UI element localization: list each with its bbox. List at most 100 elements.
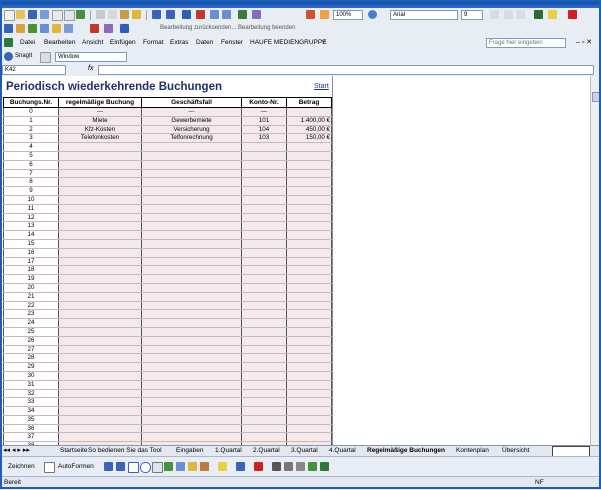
cell-betrag[interactable] [286,221,332,232]
diagram-icon[interactable] [176,462,185,471]
cell-geschaeftsfall[interactable] [141,204,242,214]
autosum-icon[interactable] [196,10,205,19]
format-painter-icon[interactable] [132,10,141,19]
cell-nr[interactable]: 28 [3,353,59,364]
cell-geschaeftsfall[interactable] [141,221,242,232]
cell-konto[interactable] [241,248,287,258]
cell-geschaeftsfall[interactable]: --- [141,107,242,117]
cell-geschaeftsfall[interactable] [141,142,242,152]
cell-geschaeftsfall[interactable] [141,230,242,240]
menu-bearbeiten[interactable]: Bearbeiten [44,39,75,46]
cell-nr[interactable]: 2 [3,125,59,135]
cell-konto[interactable] [241,397,287,408]
cell-nr[interactable]: 25 [3,327,59,337]
textbox-icon[interactable] [152,462,163,473]
cell-geschaeftsfall[interactable] [141,309,242,320]
research-icon[interactable] [306,10,315,19]
track-icon[interactable] [28,24,37,33]
tab-startseite[interactable]: Startseite [60,447,87,454]
cell-geschaeftsfall[interactable] [141,169,242,179]
cell-geschaeftsfall[interactable] [141,327,242,337]
vertical-scrollbar[interactable] [590,76,601,445]
cell-konto[interactable] [241,424,287,434]
cell-geschaeftsfall[interactable] [141,301,242,311]
cell-betrag[interactable] [286,204,332,214]
cell-betrag[interactable] [286,353,332,364]
cell-buchung[interactable] [58,345,142,355]
cell-nr[interactable]: 0 [3,107,59,117]
comment-icon[interactable] [52,24,61,33]
currency-icon[interactable] [534,10,543,19]
cell-nr[interactable]: 36 [3,424,59,434]
chart-wizard-icon[interactable] [238,10,247,19]
cell-geschaeftsfall[interactable] [141,177,242,188]
font-color-icon[interactable] [568,10,577,19]
cell-nr[interactable]: 9 [3,186,59,196]
hyperlink-icon[interactable] [182,10,191,19]
arrow-style-icon[interactable] [296,462,305,471]
cell-konto[interactable] [241,318,287,328]
cell-nr[interactable]: 13 [3,221,59,232]
menu-haufe[interactable]: HAUFE MEDIENGRUPPE [250,39,327,46]
cell-konto[interactable] [241,169,287,179]
compare-icon[interactable] [40,24,49,33]
cell-konto[interactable]: 104 [241,125,287,135]
cell-betrag[interactable] [286,318,332,328]
cell-buchung[interactable] [58,239,142,249]
cell-buchung[interactable]: Kfz-Kosten [58,125,142,135]
cell-betrag[interactable] [286,301,332,311]
tab-4-quartal[interactable]: 4.Quartal [329,447,356,454]
cell-geschaeftsfall[interactable] [141,432,242,443]
cell-buchung[interactable] [58,424,142,434]
cell-geschaeftsfall[interactable]: Gewerbemiete [141,116,242,126]
cell-buchung[interactable] [58,327,142,337]
cell-geschaeftsfall[interactable] [141,213,242,223]
snagit-mode-select[interactable]: Window [55,52,127,62]
cell-nr[interactable]: 11 [3,204,59,214]
cell-buchung[interactable] [58,389,142,399]
cell-buchung[interactable]: Telefonkosten [58,133,142,144]
cell-betrag[interactable] [286,248,332,258]
cell-konto[interactable] [241,345,287,355]
cell-buchung[interactable] [58,221,142,232]
preview-icon[interactable] [64,10,75,21]
cell-nr[interactable]: 15 [3,239,59,249]
capture-icon[interactable] [40,52,51,63]
cell-buchung[interactable] [58,380,142,390]
copy-icon[interactable] [108,10,117,19]
cell-nr[interactable]: 17 [3,257,59,267]
cell-buchung[interactable]: --- [58,107,142,117]
cell-nr[interactable]: 30 [3,371,59,381]
cell-konto[interactable] [241,274,287,284]
save-icon[interactable] [28,10,37,19]
cell-betrag[interactable] [286,309,332,320]
menu-einfuegen[interactable]: Einfügen [110,39,136,46]
mail-icon[interactable] [40,10,49,19]
cell-betrag[interactable] [286,169,332,179]
new-icon[interactable] [4,10,15,21]
cell-nr[interactable]: 6 [3,160,59,170]
cell-betrag[interactable] [286,345,332,355]
cell-buchung[interactable] [58,397,142,408]
cell-betrag[interactable] [286,274,332,284]
cell-konto[interactable] [241,265,287,276]
merge-icon[interactable] [516,10,525,19]
cell-nr[interactable]: 24 [3,318,59,328]
cell-nr[interactable]: 23 [3,309,59,320]
cell-buchung[interactable] [58,248,142,258]
cell-betrag[interactable] [286,195,332,205]
cell-konto[interactable] [241,221,287,232]
cell-buchung[interactable] [58,432,142,443]
cell-geschaeftsfall[interactable] [141,195,242,205]
cell-geschaeftsfall[interactable] [141,318,242,328]
cell-buchung[interactable] [58,371,142,381]
cell-betrag[interactable] [286,257,332,267]
cut-icon[interactable] [96,10,105,19]
cell-geschaeftsfall[interactable] [141,415,242,425]
cell-buchung[interactable] [58,415,142,425]
cell-betrag[interactable] [286,380,332,390]
cell-geschaeftsfall[interactable] [141,257,242,267]
cell-betrag[interactable] [286,177,332,188]
cell-betrag[interactable] [286,151,332,161]
cell-nr[interactable]: 29 [3,362,59,372]
